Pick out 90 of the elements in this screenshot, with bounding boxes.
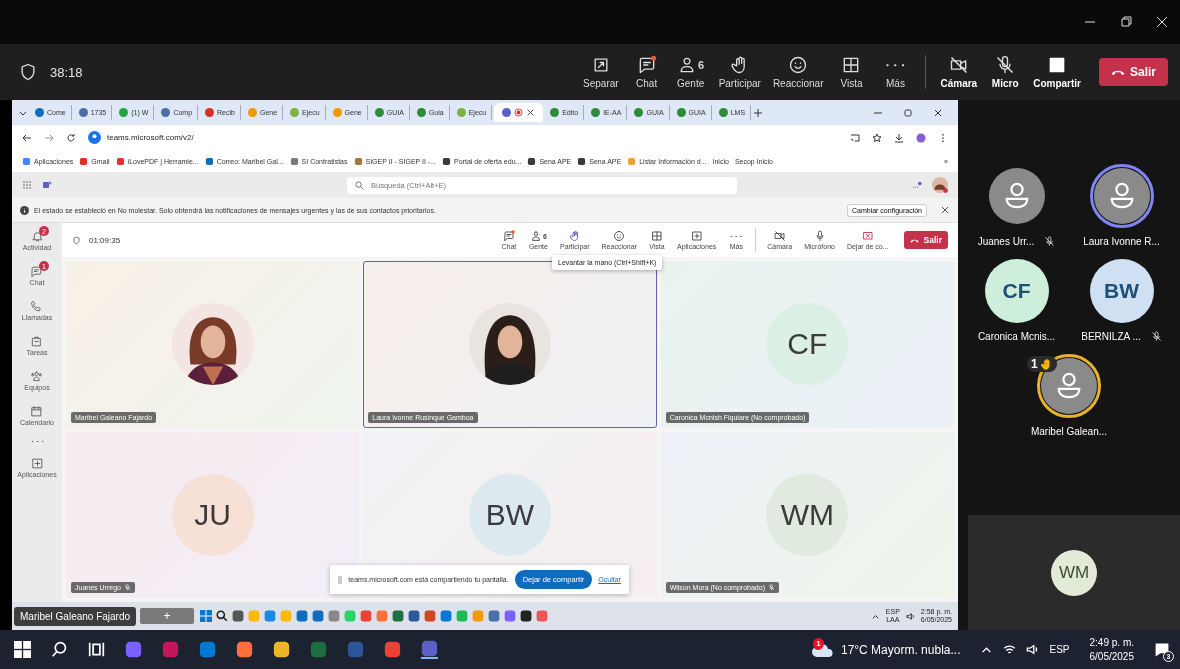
- teams-logo-icon: [42, 180, 52, 190]
- wifi-icon[interactable]: [1003, 643, 1017, 656]
- app-icon[interactable]: [421, 640, 438, 659]
- participant-name: Laura Ivonne R...: [1083, 236, 1160, 247]
- more-icon: [30, 440, 44, 443]
- grid-button[interactable]: Vista: [829, 55, 874, 89]
- site-info-icon: [88, 131, 101, 144]
- windows-start-icon[interactable]: [14, 641, 31, 658]
- search-icon[interactable]: [216, 610, 229, 622]
- app-icon[interactable]: [273, 641, 290, 658]
- clock[interactable]: 2:49 p. m. 6/05/2025: [1089, 636, 1134, 663]
- app-icon[interactable]: [520, 610, 533, 622]
- weather-widget[interactable]: 1 17°C Mayorm. nubla...: [810, 641, 961, 658]
- mic-button[interactable]: Micro: [983, 55, 1028, 89]
- avatar: WM: [766, 473, 849, 556]
- team-icon: [30, 370, 44, 383]
- url-text: teams.microsoft.com/v2/: [107, 133, 194, 142]
- cast-icon[interactable]: [850, 132, 860, 143]
- close-icon[interactable]: [940, 205, 950, 215]
- info-icon: [20, 205, 29, 215]
- close-icon[interactable]: [526, 108, 536, 117]
- more-icon: [730, 234, 743, 238]
- smiley-icon: [788, 55, 809, 75]
- shield-icon: [72, 235, 81, 245]
- avatar: JU: [171, 473, 254, 556]
- avatar: WM: [1051, 549, 1097, 596]
- more-icon[interactable]: [912, 180, 922, 190]
- chat-button[interactable]: Chat: [624, 55, 669, 89]
- stop-share-icon: [861, 230, 874, 242]
- profile-icon[interactable]: [916, 132, 926, 143]
- avatar: BW: [1089, 259, 1154, 323]
- recording-icon: [514, 108, 524, 117]
- smiley-icon: [613, 230, 626, 242]
- browser-tab[interactable]: [494, 103, 544, 122]
- avatar: CF: [766, 303, 849, 386]
- close-icon[interactable]: [933, 107, 943, 118]
- app-icon[interactable]: [232, 610, 245, 622]
- more-button[interactable]: Más: [873, 54, 918, 90]
- maximize-icon[interactable]: [1120, 16, 1132, 28]
- restore-icon[interactable]: [903, 107, 913, 118]
- microphone-off-icon: [123, 584, 131, 591]
- avatar: BW: [469, 473, 551, 556]
- presenter-label: Maribel Galeano Fajardo: [14, 606, 137, 626]
- hand-icon: [568, 230, 581, 242]
- meeting-timer: 01:09:35: [89, 235, 121, 245]
- more-icon: [885, 62, 906, 68]
- people-icon: [529, 230, 542, 242]
- speaker-icon[interactable]: [905, 611, 915, 621]
- speaker-icon[interactable]: [1026, 643, 1040, 656]
- search-icon: [355, 180, 364, 190]
- share-button[interactable]: Separar: [577, 55, 625, 89]
- raised-hand-badge: 1: [1027, 356, 1057, 372]
- language-indicator[interactable]: ESP: [1049, 644, 1070, 655]
- search-icon[interactable]: [51, 641, 68, 658]
- hand-button[interactable]: Participar: [712, 55, 767, 89]
- participant-name: Juanes Urr...: [977, 236, 1035, 247]
- participant-name: Caronica Mcnis...: [977, 331, 1056, 342]
- new-tab-icon[interactable]: [753, 107, 764, 118]
- leave-button[interactable]: Salir: [903, 231, 948, 249]
- calendar-icon: [30, 405, 44, 418]
- meeting-timer: 38:18: [50, 64, 83, 80]
- app-icon[interactable]: [408, 610, 421, 622]
- avatar: CF: [984, 259, 1049, 323]
- grid-icon: [650, 230, 663, 242]
- upload-button[interactable]: Compartir: [1027, 55, 1087, 89]
- back-icon[interactable]: [22, 132, 32, 143]
- chat-icon: [30, 265, 44, 278]
- app-icon[interactable]: [236, 641, 253, 658]
- camera-button[interactable]: Cámara: [934, 55, 984, 89]
- star-icon[interactable]: [872, 132, 882, 143]
- task-view-icon[interactable]: [88, 641, 105, 658]
- reload-icon[interactable]: [66, 132, 76, 143]
- forward-icon[interactable]: [44, 132, 54, 143]
- phone-hangup-icon: [909, 237, 919, 243]
- user-avatar-icon[interactable]: [932, 177, 948, 193]
- drag-handle-icon[interactable]: [338, 574, 343, 585]
- participant-name: Maribel Galean...: [1030, 426, 1108, 437]
- bell-icon: [30, 230, 44, 243]
- download-icon[interactable]: [894, 132, 904, 143]
- people-button[interactable]: 6 Gente: [668, 55, 713, 89]
- start-icon[interactable]: [200, 610, 213, 622]
- participant-name: BERNILZA ...: [1081, 331, 1141, 342]
- phone-icon: [30, 300, 44, 313]
- chat-icon: [502, 230, 515, 242]
- clipboard-icon: [30, 335, 44, 348]
- new-desktop-button[interactable]: +: [140, 608, 195, 624]
- phone-hangup-icon: [1111, 68, 1125, 76]
- leave-button[interactable]: Salir: [1099, 58, 1168, 86]
- emoji-button[interactable]: Reaccionar: [766, 55, 830, 89]
- microphone-off-icon: [767, 584, 775, 591]
